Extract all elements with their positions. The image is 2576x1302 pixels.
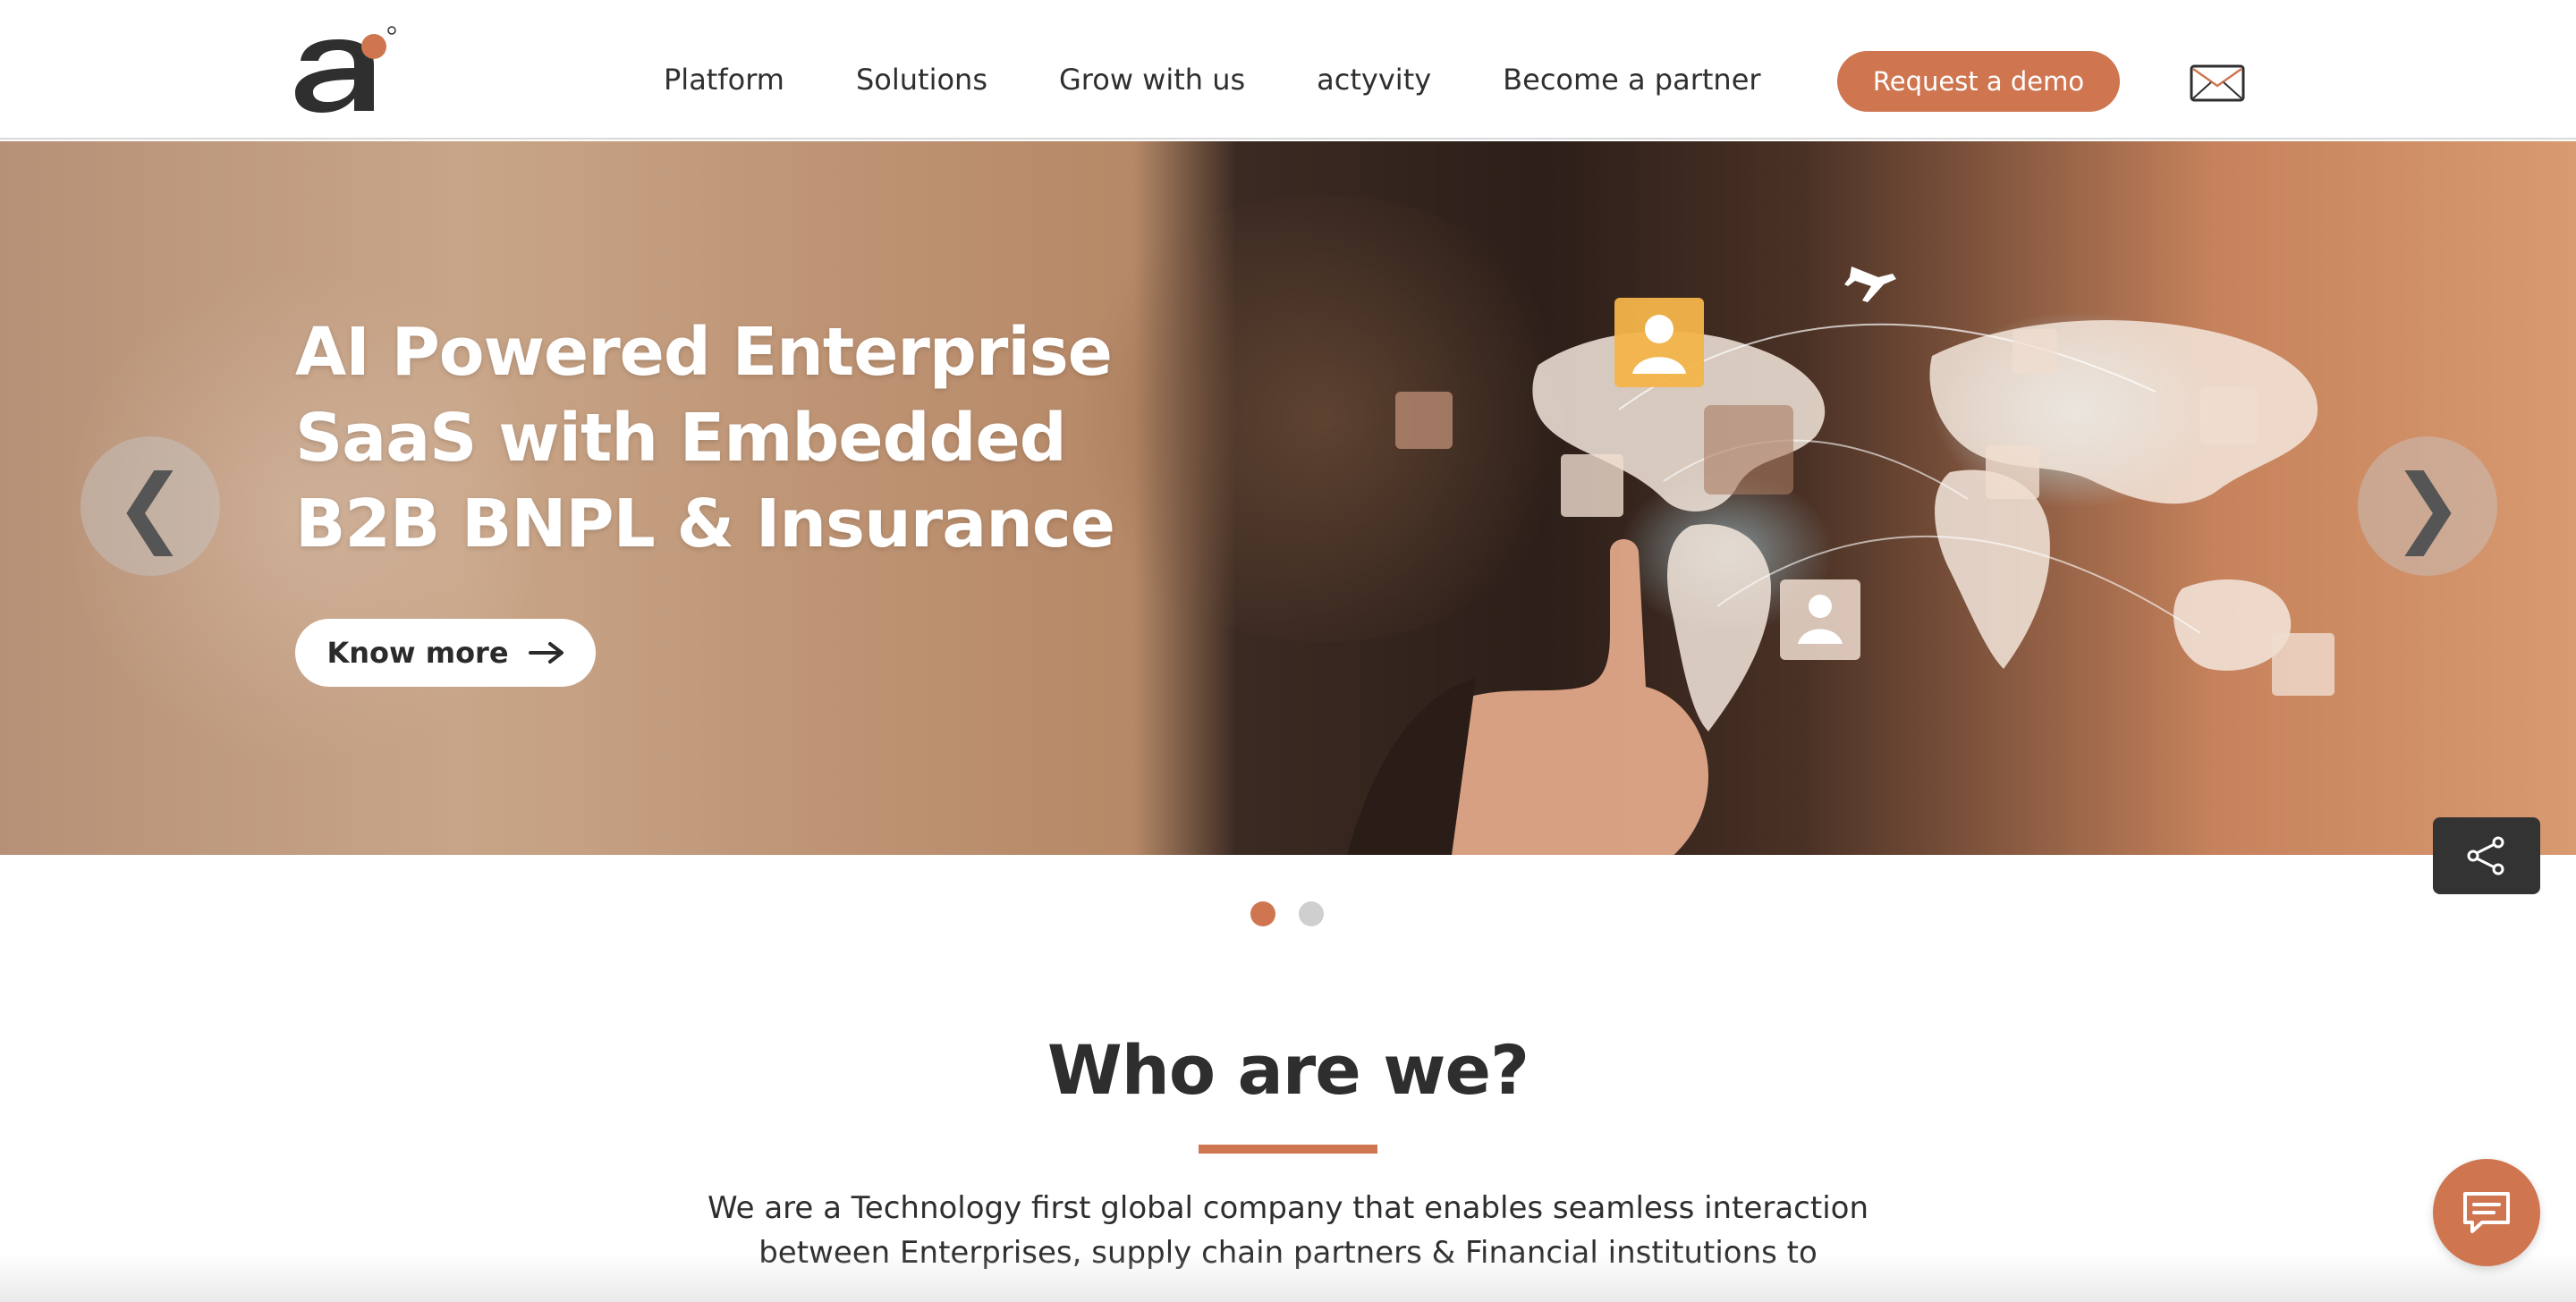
about-title: Who are we? [1046, 1030, 1530, 1110]
nav-solutions[interactable]: Solutions [856, 63, 987, 97]
pointing-hand-illustration [1346, 539, 1708, 855]
nav-actyvity[interactable]: actyvity [1317, 63, 1431, 97]
nav-become-a-partner[interactable]: Become a partner [1503, 63, 1760, 97]
slider-dot-2[interactable] [1299, 901, 1324, 926]
hero-title-line: B2B BNPL & Insurance [295, 486, 1115, 562]
hero-title-line: SaaS with Embedded [295, 400, 1067, 477]
slider-prev-button[interactable]: ❮ [80, 436, 220, 576]
chat-icon [2463, 1192, 2510, 1233]
know-more-label: Know more [326, 636, 509, 670]
bottom-fade [0, 1252, 2576, 1302]
know-more-button[interactable]: Know more [295, 619, 596, 687]
share-button[interactable] [2433, 817, 2540, 894]
hero-title: AI Powered Enterprise SaaS with Embedded… [295, 309, 1190, 567]
site-header: Platform Solutions Grow with us actyvity… [0, 0, 2576, 140]
about-title-underline [1199, 1145, 1377, 1154]
request-demo-button[interactable]: Request a demo [1837, 51, 2120, 112]
brand-logo[interactable] [292, 23, 397, 113]
mail-icon[interactable] [2190, 64, 2245, 102]
main-nav: Platform Solutions Grow with us actyvity… [664, 63, 1761, 97]
chevron-left-icon: ❮ [114, 456, 187, 556]
nav-platform[interactable]: Platform [664, 63, 784, 97]
nav-grow-with-us[interactable]: Grow with us [1059, 63, 1245, 97]
hero-slider: AI Powered Enterprise SaaS with Embedded… [0, 141, 2576, 855]
slider-dot-1[interactable] [1250, 901, 1275, 926]
arrow-right-icon [528, 642, 564, 664]
share-icon [2467, 836, 2504, 875]
about-text-line: We are a Technology first global company… [708, 1190, 1868, 1226]
slider-pagination [1250, 901, 1347, 926]
chevron-right-icon: ❯ [2391, 456, 2464, 556]
hero-title-line: AI Powered Enterprise [295, 314, 1113, 391]
slider-next-button[interactable]: ❯ [2358, 436, 2497, 576]
chat-button[interactable] [2433, 1159, 2540, 1266]
